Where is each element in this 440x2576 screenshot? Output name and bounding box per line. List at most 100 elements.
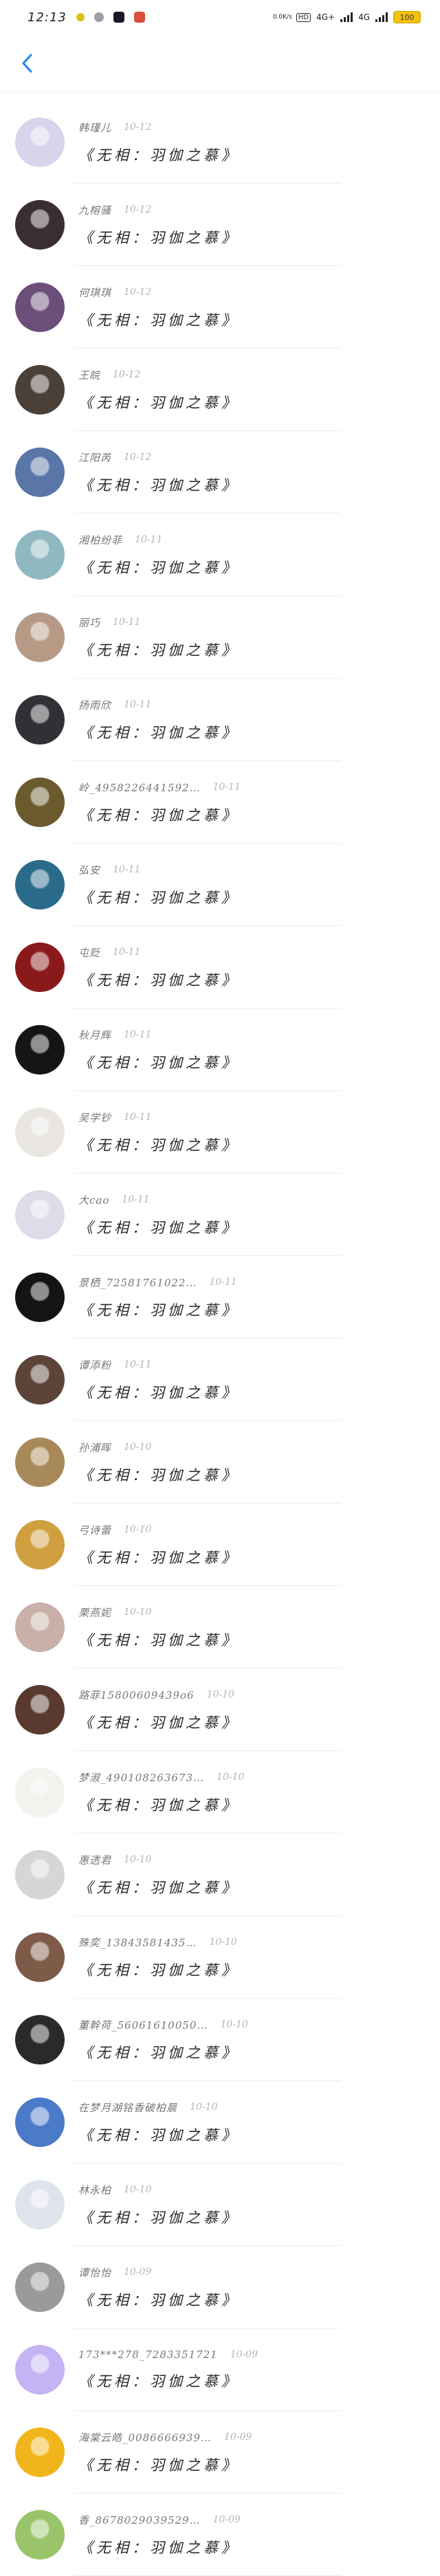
contact-name: 江阳芮 [78, 451, 112, 464]
contact-message: 《无相：羽伽之慕》 [78, 1631, 239, 1649]
contact-row-8[interactable]: 岭_4958226441592… 10-11 《无相：羽伽之慕》 [0, 761, 440, 844]
contact-info: 谭添粉 10-11 《无相：羽伽之慕》 [78, 1358, 239, 1402]
contact-row-18[interactable]: 栗燕妮 10-10 《无相：羽伽之慕》 [0, 1586, 440, 1669]
avatar [15, 2180, 65, 2230]
avatar [15, 1273, 65, 1322]
contact-row-27[interactable]: 173***278_7283351721 10-09 《无相：羽伽之慕》 [0, 2329, 440, 2411]
contact-info: 栗燕妮 10-10 《无相：羽伽之慕》 [78, 1605, 239, 1650]
contact-date: 10-10 [124, 1442, 152, 1453]
contact-message: 《无相：羽伽之慕》 [78, 394, 239, 411]
contact-date: 10-11 [135, 534, 163, 545]
contact-date: 10-11 [209, 1277, 237, 1288]
chevron-left-icon [22, 54, 32, 73]
contact-row-11[interactable]: 秋月辉 10-11 《无相：羽伽之慕》 [0, 1009, 440, 1091]
contact-row-21[interactable]: 惠透君 10-10 《无相：羽伽之慕》 [0, 1834, 440, 1916]
avatar [15, 2098, 65, 2147]
contact-name: 丽巧 [78, 616, 101, 629]
back-button[interactable] [15, 51, 40, 76]
contact-name: 何琪琪 [78, 286, 112, 299]
contact-header: 江阳芮 10-12 [78, 450, 239, 465]
avatar [15, 1933, 65, 1982]
contact-row-16[interactable]: 孙浦晖 10-10 《无相：羽伽之慕》 [0, 1421, 440, 1504]
contact-date: 10-10 [190, 2102, 218, 2113]
contact-header: 惠透君 10-10 [78, 1853, 239, 1867]
contact-row-7[interactable]: 扬雨欣 10-11 《无相：羽伽之慕》 [0, 679, 440, 761]
contact-message: 《无相：羽伽之慕》 [78, 1054, 239, 1071]
contact-date: 10-11 [113, 947, 141, 958]
contact-row-29[interactable]: 香_8678029039529… 10-09 《无相：羽伽之慕》 [0, 2494, 440, 2576]
app-notification-icon [94, 12, 104, 22]
hd-icon: HD [296, 12, 311, 22]
contact-name: 弓诗蕾 [78, 1523, 112, 1537]
contact-header: 弘安 10-11 [78, 863, 239, 877]
contact-row-26[interactable]: 谭怡怡 10-09 《无相：羽伽之慕》 [0, 2246, 440, 2329]
contact-date: 10-11 [124, 699, 152, 710]
contact-message: 《无相：羽伽之慕》 [78, 1714, 239, 1731]
avatar [15, 1438, 65, 1487]
net1-label: 4G+ [316, 12, 336, 22]
contact-row-22[interactable]: 殊奕_13843581435… 10-10 《无相：羽伽之慕》 [0, 1916, 440, 1999]
contact-info: 岭_4958226441592… 10-11 《无相：羽伽之慕》 [78, 780, 241, 825]
contact-row-17[interactable]: 弓诗蕾 10-10 《无相：羽伽之慕》 [0, 1504, 440, 1586]
contact-info: 惠透君 10-10 《无相：羽伽之慕》 [78, 1853, 239, 1897]
contact-info: 韩瑾儿 10-12 《无相：羽伽之慕》 [78, 120, 239, 165]
contact-row-13[interactable]: 大cao 10-11 《无相：羽伽之慕》 [0, 1174, 440, 1256]
avatar [15, 283, 65, 332]
contact-row-28[interactable]: 海棠云皓_0086666939… 10-09 《无相：羽伽之慕》 [0, 2411, 440, 2494]
contact-row-4[interactable]: 江阳芮 10-12 《无相：羽伽之慕》 [0, 431, 440, 514]
contact-header: 扬雨欣 10-11 [78, 698, 239, 712]
contact-row-1[interactable]: 九榕骚 10-12 《无相：羽伽之慕》 [0, 184, 440, 266]
contact-message: 《无相：羽伽之慕》 [78, 1549, 239, 1566]
contact-row-14[interactable]: 景栖_72581761022… 10-11 《无相：羽伽之慕》 [0, 1256, 440, 1339]
avatar [15, 943, 65, 992]
contact-header: 海棠云皓_0086666939… 10-09 [78, 2430, 252, 2445]
contact-row-5[interactable]: 湘柏纷菲 10-11 《无相：羽伽之慕》 [0, 514, 440, 596]
contact-row-12[interactable]: 吴学钞 10-11 《无相：羽伽之慕》 [0, 1091, 440, 1174]
contact-row-6[interactable]: 丽巧 10-11 《无相：羽伽之慕》 [0, 596, 440, 679]
contact-row-20[interactable]: 梦淑_490108263673… 10-10 《无相：羽伽之慕》 [0, 1751, 440, 1834]
contact-date: 10-12 [113, 369, 141, 380]
avatar [15, 118, 65, 167]
contact-message: 《无相：羽伽之慕》 [78, 1796, 239, 1814]
contact-row-2[interactable]: 何琪琪 10-12 《无相：羽伽之慕》 [0, 266, 440, 349]
contact-info: 路菲15800609439o6 10-10 《无相：羽伽之慕》 [78, 1688, 239, 1732]
avatar [15, 1768, 65, 1817]
contact-row-24[interactable]: 在梦月湖铭香破柏晨 10-10 《无相：羽伽之慕》 [0, 2081, 440, 2164]
contact-date: 10-10 [124, 1524, 152, 1535]
signal-icon-2 [375, 12, 388, 22]
network-speed: 0.0K/s [272, 13, 292, 21]
contact-row-15[interactable]: 谭添粉 10-11 《无相：羽伽之慕》 [0, 1339, 440, 1421]
contact-message: 《无相：羽伽之慕》 [78, 806, 239, 824]
contact-row-19[interactable]: 路菲15800609439o6 10-10 《无相：羽伽之慕》 [0, 1669, 440, 1751]
contact-message: 《无相：羽伽之慕》 [78, 229, 239, 246]
contact-header: 路菲15800609439o6 10-10 [78, 1688, 239, 1702]
contact-row-9[interactable]: 弘安 10-11 《无相：羽伽之慕》 [0, 844, 440, 926]
avatar [15, 2510, 65, 2560]
contact-name: 岭_4958226441592… [78, 781, 201, 794]
avatar [15, 448, 65, 497]
contact-info: 梦淑_490108263673… 10-10 《无相：羽伽之慕》 [78, 1770, 244, 1815]
contact-row-23[interactable]: 董幹荷_56061610050… 10-10 《无相：羽伽之慕》 [0, 1999, 440, 2081]
avatar [15, 1190, 65, 1240]
avatar [15, 1685, 65, 1735]
contact-header: 景栖_72581761022… 10-11 [78, 1275, 239, 1290]
contact-header: 董幹荷_56061610050… 10-10 [78, 2018, 248, 2032]
avatar [15, 1108, 65, 1157]
contact-message: 《无相：羽伽之慕》 [78, 1301, 239, 1319]
contact-row-0[interactable]: 韩瑾儿 10-12 《无相：羽伽之慕》 [0, 101, 440, 184]
contact-row-25[interactable]: 林永柏 10-10 《无相：羽伽之慕》 [0, 2164, 440, 2246]
contact-header: 林永柏 10-10 [78, 2183, 239, 2197]
contact-header: 屯贬 10-11 [78, 945, 239, 960]
contact-header: 弓诗蕾 10-10 [78, 1523, 239, 1537]
contact-header: 梦淑_490108263673… 10-10 [78, 1770, 244, 1785]
contact-header: 173***278_7283351721 10-09 [78, 2348, 258, 2361]
contact-name: 韩瑾儿 [78, 121, 112, 134]
contact-row-3[interactable]: 王皖 10-12 《无相：羽伽之慕》 [0, 349, 440, 431]
contact-row-10[interactable]: 屯贬 10-11 《无相：羽伽之慕》 [0, 926, 440, 1009]
battery-icon: 100 [393, 11, 421, 23]
contact-name: 孙浦晖 [78, 1441, 112, 1454]
contact-name: 九榕骚 [78, 203, 112, 217]
contact-message: 《无相：羽伽之慕》 [78, 2126, 239, 2144]
avatar [15, 2263, 65, 2312]
contact-info: 弘安 10-11 《无相：羽伽之慕》 [78, 863, 239, 907]
